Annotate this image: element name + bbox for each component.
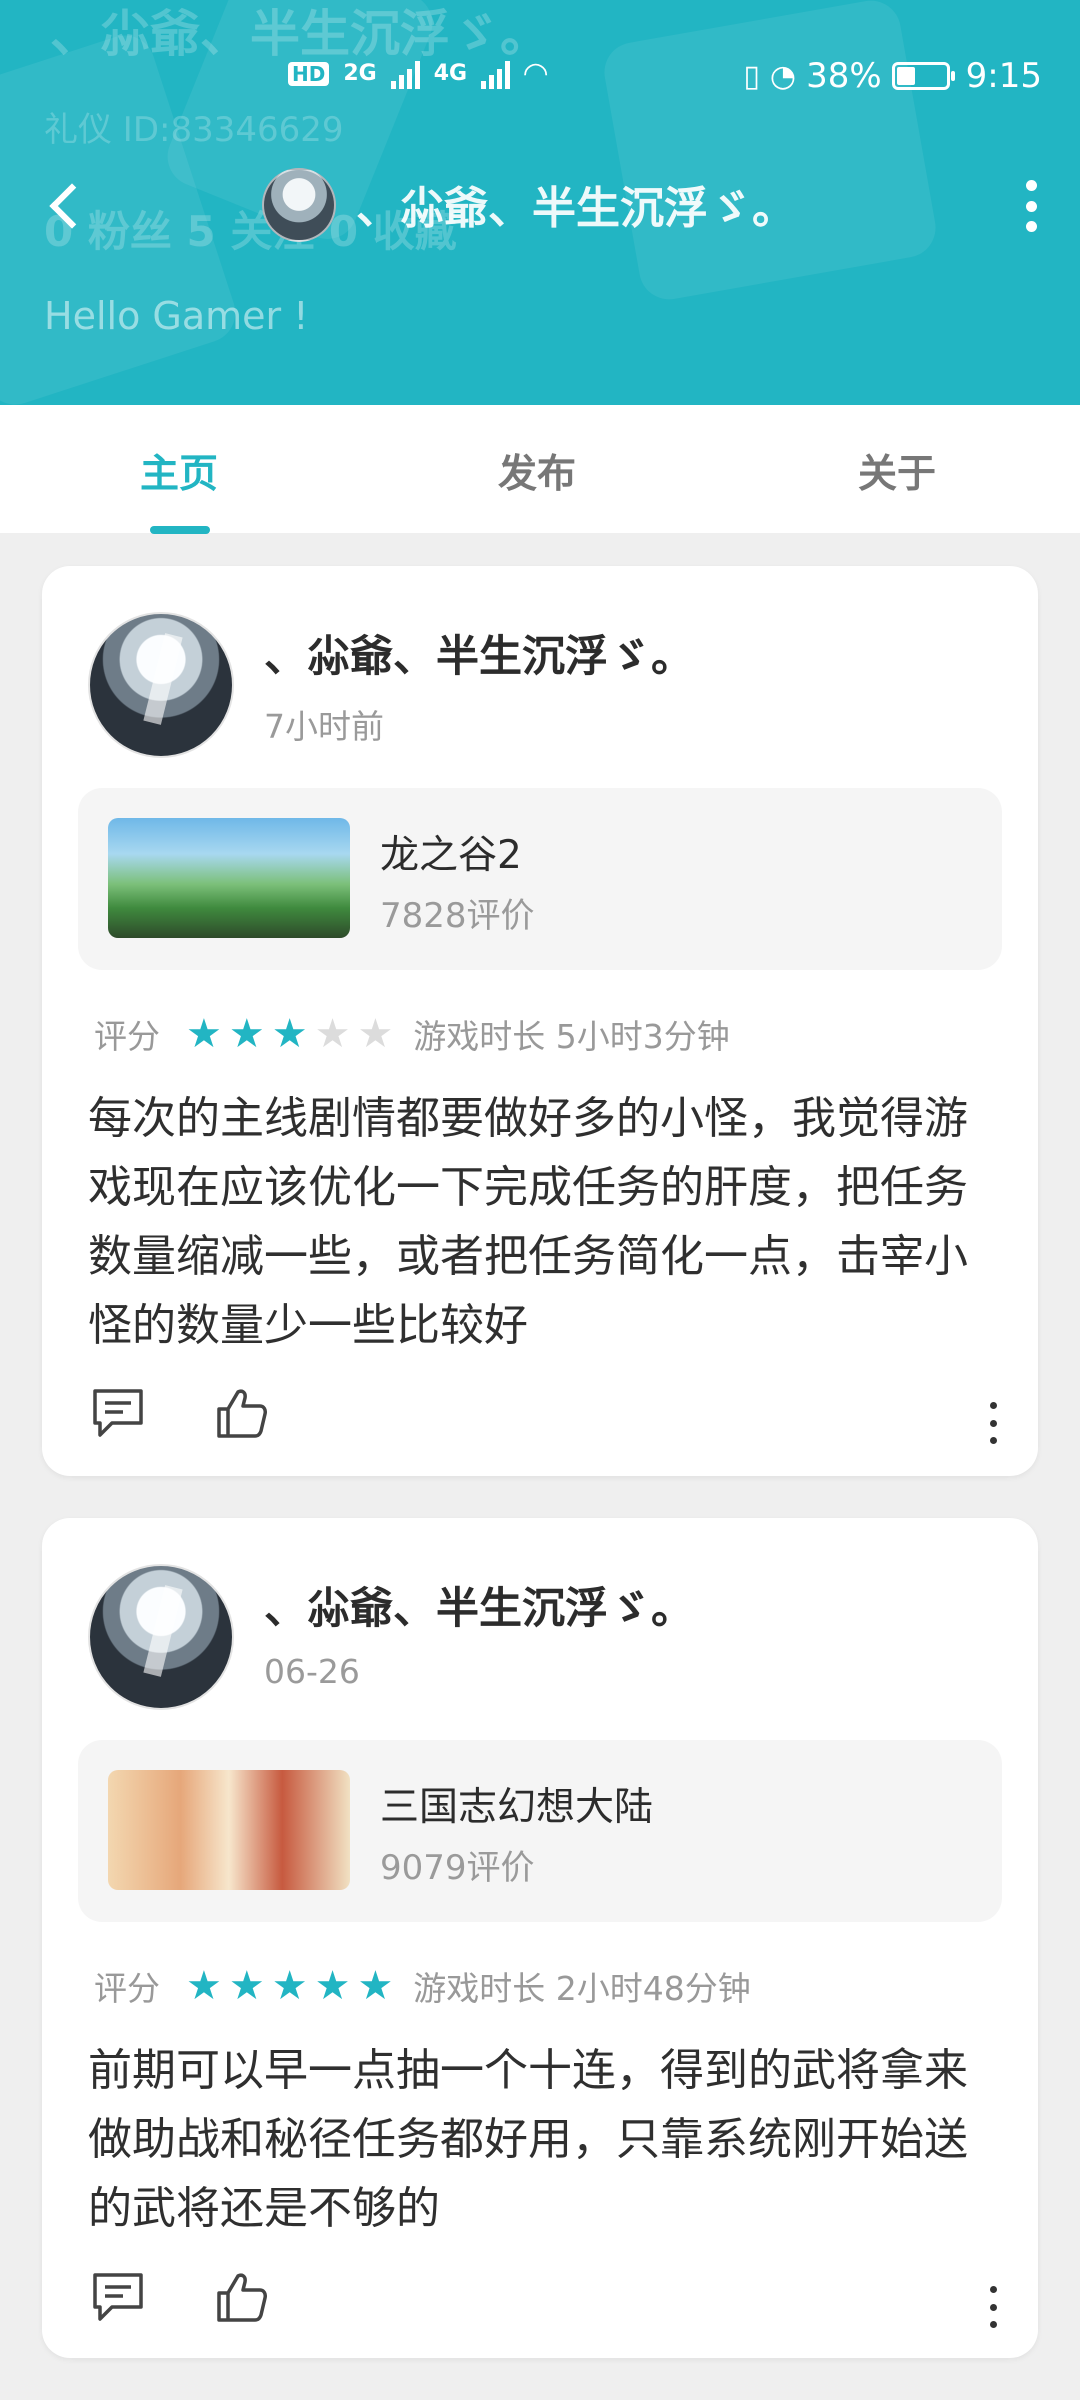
status-right: ▯ ◔ 38% 9:15 xyxy=(743,56,1042,96)
star-icon: ★ xyxy=(314,1011,351,1057)
rating-row: 评分 ★ ★ ★ ★ ★ 游戏时长 2小时48分钟 xyxy=(94,1962,751,2010)
review-text: 前期可以早一点抽一个十连，得到的武将拿来做助战和秘径任务都好用，只靠系统刚开始送… xyxy=(88,2045,968,2234)
network-4g-label: 4G xyxy=(433,61,468,86)
star-icon: ★ xyxy=(186,1963,222,2009)
greeting-text: Hello Gamer ! xyxy=(44,294,309,338)
review-time: 06-26 xyxy=(264,1652,360,1691)
tab-home[interactable]: 主页 xyxy=(140,443,218,499)
rating-row: 评分 ★ ★ ★ ★ ★ 游戏时长 5小时3分钟 xyxy=(94,1010,730,1058)
tab-bar: 主页 发布 关于 xyxy=(0,405,1080,534)
more-options-button[interactable] xyxy=(1016,180,1046,232)
playtime: 游戏时长 5小时3分钟 xyxy=(413,1017,730,1056)
tab-published[interactable]: 发布 xyxy=(498,443,576,499)
review-more-button[interactable] xyxy=(984,1402,1002,1444)
tab-indicator xyxy=(150,526,210,534)
comment-icon[interactable] xyxy=(90,2270,146,2324)
star-rating: ★ ★ ★ ★ ★ xyxy=(186,1966,393,2006)
wifi-icon: ◠ xyxy=(524,56,548,91)
like-icon[interactable] xyxy=(214,2270,270,2324)
page-title: 、尛爺、半生沉浮ゞ。 xyxy=(356,183,796,234)
header-decoration xyxy=(599,0,941,305)
star-icon: ★ xyxy=(228,1963,265,2009)
data-saver-icon: ◔ xyxy=(769,58,797,94)
like-icon[interactable] xyxy=(214,1386,270,1440)
game-review-count: 7828评价 xyxy=(380,896,535,936)
signal-icon xyxy=(390,59,420,89)
avatar[interactable] xyxy=(88,612,234,758)
rating-label: 评分 xyxy=(94,1017,160,1056)
avatar[interactable] xyxy=(88,1564,234,1710)
star-icon: ★ xyxy=(357,1963,394,2009)
star-rating: ★ ★ ★ ★ ★ xyxy=(186,1014,393,1054)
star-icon: ★ xyxy=(271,1963,308,2009)
game-review-count: 9079评价 xyxy=(380,1848,535,1888)
rating-label: 评分 xyxy=(94,1969,160,2008)
game-link[interactable]: 龙之谷2 7828评价 xyxy=(78,788,1002,970)
game-name: 三国志幻想大陆 xyxy=(380,1785,654,1830)
status-bar: HD 2G 4G ◠ ▯ ◔ 38% 9:15 xyxy=(0,48,1080,112)
review-text: 每次的主线剧情都要做好多的小怪，我觉得游戏现在应该优化一下完成任务的肝度，把任务… xyxy=(88,1093,968,1351)
signal-icon xyxy=(481,59,511,89)
battery-percent: 38% xyxy=(806,56,882,96)
star-icon: ★ xyxy=(271,1011,308,1057)
network-2g-label: 2G xyxy=(343,61,377,86)
clock: 9:15 xyxy=(965,56,1042,96)
star-icon: ★ xyxy=(357,1011,394,1057)
back-button[interactable] xyxy=(40,172,90,242)
star-icon: ★ xyxy=(186,1011,222,1057)
playtime: 游戏时长 2小时48分钟 xyxy=(413,1969,751,2008)
star-icon: ★ xyxy=(314,1963,351,2009)
vibrate-icon: ▯ xyxy=(743,58,760,94)
profile-header: 、尛爺、半生沉浮ゞ。 礼仪 ID:83346629 0 粉丝 5 关注 0 收藏… xyxy=(0,0,1080,405)
game-link[interactable]: 三国志幻想大陆 9079评价 xyxy=(78,1740,1002,1922)
review-username: 、尛爺、半生沉浮ゞ。 xyxy=(264,1584,694,1634)
header-avatar xyxy=(262,168,336,242)
comment-icon[interactable] xyxy=(90,1386,146,1440)
star-icon: ★ xyxy=(228,1011,265,1057)
review-card[interactable]: 、尛爺、半生沉浮ゞ。 06-26 三国志幻想大陆 9079评价 评分 ★ ★ ★ ★ ★… xyxy=(42,1518,1038,2358)
battery-icon xyxy=(891,62,955,90)
network-indicators: HD 2G 4G ◠ xyxy=(288,56,547,91)
game-thumbnail xyxy=(108,818,350,938)
review-time: 7小时前 xyxy=(264,707,384,746)
game-thumbnail xyxy=(108,1770,350,1890)
review-username: 、尛爺、半生沉浮ゞ。 xyxy=(264,632,694,682)
review-more-button[interactable] xyxy=(984,2286,1002,2328)
game-name: 龙之谷2 xyxy=(380,833,522,878)
review-card[interactable]: 、尛爺、半生沉浮ゞ。 7小时前 龙之谷2 7828评价 评分 ★ ★ ★ ★ ★ 游戏时… xyxy=(42,566,1038,1476)
hd-badge: HD xyxy=(288,61,330,86)
tab-about[interactable]: 关于 xyxy=(858,443,936,499)
